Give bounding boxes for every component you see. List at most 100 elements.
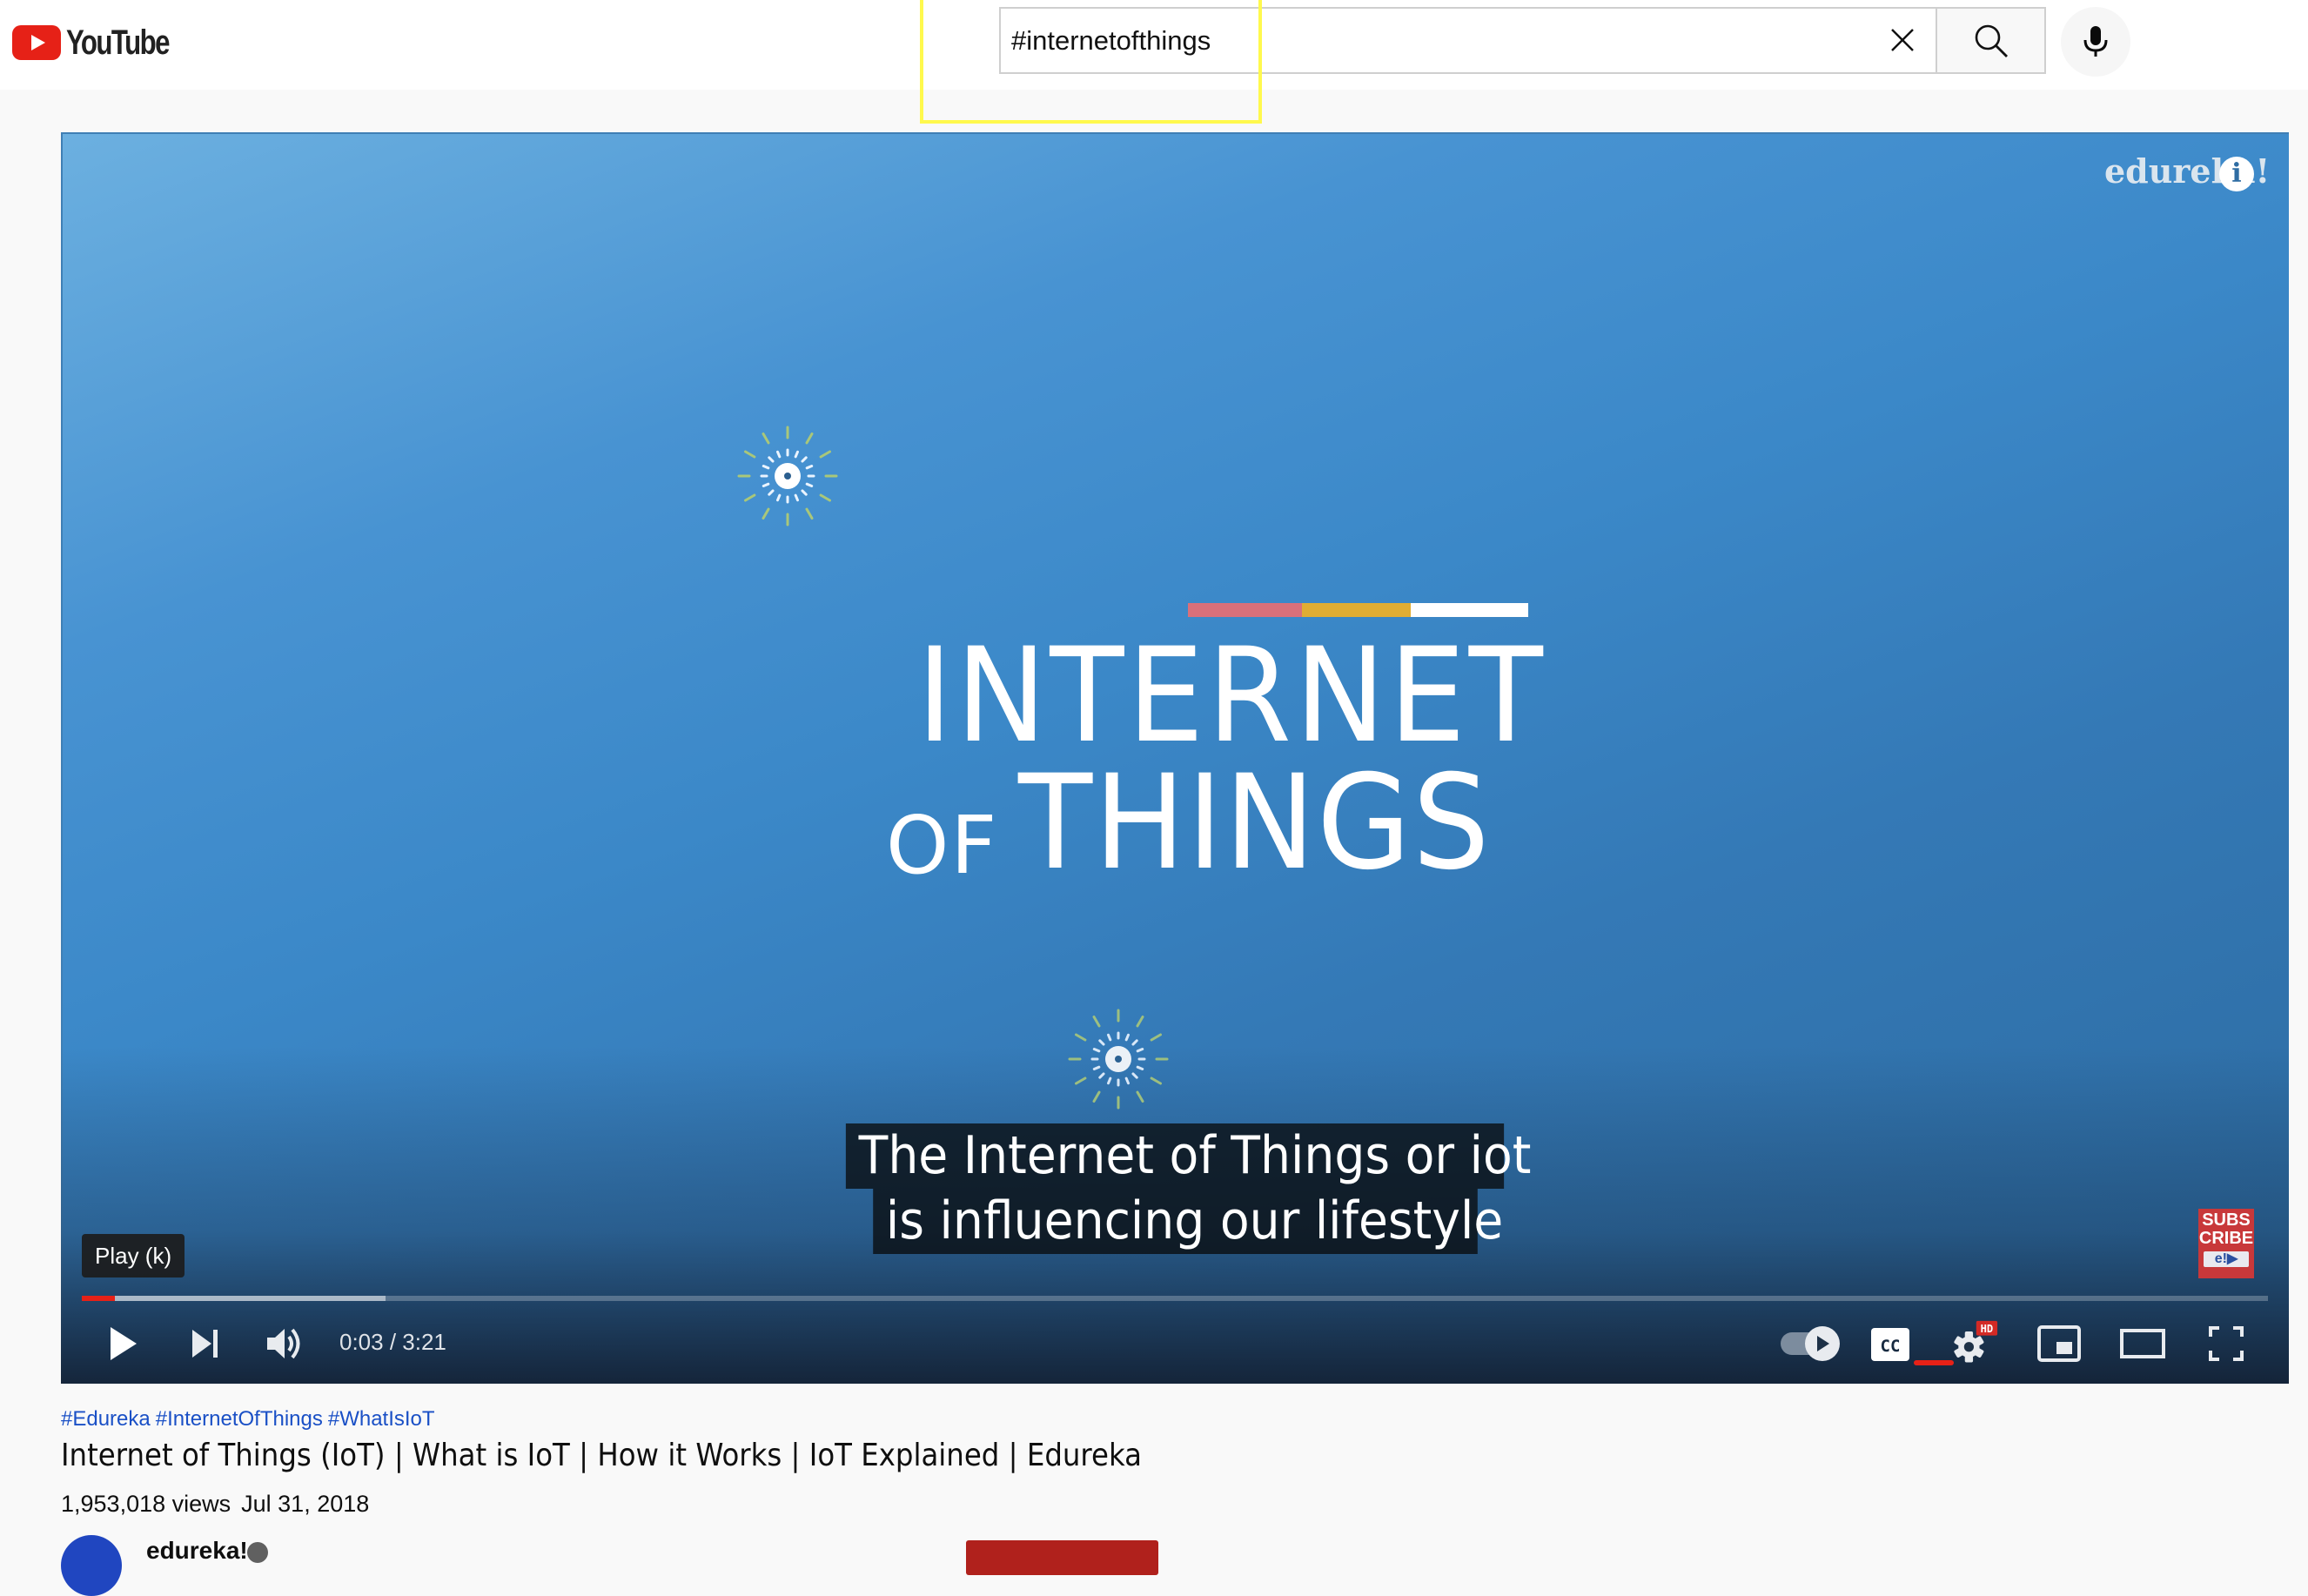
hashtag-link[interactable]: #InternetOfThings — [156, 1407, 323, 1431]
sunburst-outer-ray — [1150, 1076, 1162, 1085]
sunburst-inner-ray — [805, 482, 814, 487]
sunburst-outer-ray — [805, 507, 814, 520]
video-meta: 1,953,018 views Jul 31, 2018 — [61, 1491, 369, 1518]
sunburst-inner-ray — [762, 482, 770, 487]
sunburst-inner-ray — [1131, 1039, 1138, 1046]
search-box — [999, 7, 1936, 74]
progress-bar[interactable] — [82, 1296, 2268, 1301]
sunburst-outer-ray — [1092, 1016, 1101, 1028]
subscribe-badge-logo: e!▶ — [2204, 1251, 2249, 1267]
video-frame-title-line1: INTERNET — [916, 620, 1546, 772]
sunburst-inner-ray — [1092, 1065, 1101, 1070]
play-button[interactable] — [98, 1319, 147, 1368]
gear-icon: HD — [1954, 1320, 1998, 1363]
sunburst-icon — [737, 426, 838, 526]
title-color-bar — [1188, 603, 1528, 617]
progress-played — [82, 1296, 115, 1301]
captions-button[interactable]: CC — [1866, 1319, 1915, 1368]
sunburst-outer-ray — [762, 507, 770, 520]
sunburst-outer-ray — [744, 450, 756, 459]
play-icon — [111, 1327, 137, 1360]
youtube-play-icon — [12, 25, 61, 60]
color-bar-segment — [1302, 603, 1411, 617]
fullscreen-icon — [2209, 1326, 2244, 1361]
sunburst-outer-ray — [1075, 1076, 1087, 1085]
color-bar-segment — [1411, 603, 1528, 617]
channel-name[interactable]: edureka! — [146, 1537, 248, 1565]
svg-text:HD: HD — [1981, 1323, 1994, 1335]
sunburst-outer-ray — [1136, 1016, 1144, 1028]
sunburst-outer-ray — [744, 493, 756, 502]
sunburst-inner-ray — [1131, 1072, 1138, 1079]
settings-button[interactable]: HD — [1949, 1319, 1998, 1368]
clear-search-button[interactable] — [1887, 24, 1918, 56]
sunburst-inner-ray — [768, 456, 775, 463]
sunburst-icon — [1068, 1009, 1169, 1110]
subscribe-watermark-badge[interactable]: SUBS CRIBE e!▶ — [2198, 1209, 2254, 1278]
sunburst-outer-ray — [1136, 1090, 1144, 1103]
next-button[interactable] — [180, 1319, 229, 1368]
sunburst-dot — [784, 473, 791, 479]
sunburst-outer-ray — [1075, 1033, 1087, 1042]
top-header: YouTube — [0, 0, 2308, 90]
skip-next-icon — [192, 1330, 218, 1358]
hashtag-list: #Edureka #InternetOfThings #WhatIsIoT — [61, 1407, 440, 1432]
sunburst-inner-ray — [1107, 1076, 1112, 1085]
sunburst-inner-ray — [1107, 1033, 1112, 1042]
miniplayer-button[interactable] — [2035, 1319, 2083, 1368]
sunburst-inner-ray — [768, 489, 775, 496]
voice-search-button[interactable] — [2061, 7, 2130, 77]
upload-date: Jul 31, 2018 — [241, 1491, 370, 1517]
fullscreen-button[interactable] — [2202, 1319, 2251, 1368]
closed-captions-icon: CC — [1871, 1328, 1909, 1361]
sunburst-inner-ray — [1124, 1076, 1130, 1085]
autoplay-toggle[interactable] — [1777, 1319, 1847, 1368]
verified-icon — [247, 1542, 268, 1563]
autoplay-toggle-icon — [1781, 1326, 1840, 1361]
miniplayer-icon — [2037, 1325, 2081, 1362]
hashtag-link[interactable]: #Edureka — [61, 1407, 151, 1431]
sunburst-inner-ray — [801, 489, 808, 496]
caption-line: is influencing our lifestyle — [873, 1189, 1503, 1254]
subscribe-button[interactable] — [966, 1540, 1158, 1575]
sunburst-inner-ray — [1124, 1033, 1130, 1042]
youtube-logo[interactable]: YouTube — [12, 23, 198, 62]
close-icon — [1891, 29, 1914, 51]
subscribe-badge-line1: SUBS — [2202, 1210, 2251, 1230]
caption-line: The Internet of Things or iot — [845, 1123, 1531, 1189]
info-card-icon[interactable]: i — [2219, 157, 2254, 191]
svg-text:CC: CC — [1881, 1337, 1901, 1356]
video-frame-title-of: OF — [886, 799, 999, 892]
theater-mode-icon — [2120, 1329, 2165, 1358]
sunburst-outer-ray — [805, 433, 814, 445]
sunburst-inner-ray — [794, 450, 799, 459]
sunburst-dot — [1115, 1056, 1122, 1063]
sunburst-inner-ray — [1136, 1065, 1144, 1070]
view-count: 1,953,018 views — [61, 1491, 231, 1517]
sunburst-outer-ray — [762, 433, 770, 445]
channel-avatar[interactable] — [61, 1535, 122, 1596]
sunburst-outer-ray — [1092, 1090, 1101, 1103]
sunburst-inner-ray — [794, 493, 799, 502]
sunburst-inner-ray — [1092, 1048, 1101, 1053]
progress-buffered — [82, 1296, 386, 1301]
time-display: 0:03 / 3:21 — [339, 1329, 446, 1355]
captions-active-indicator — [1914, 1360, 1954, 1365]
sunburst-inner-ray — [762, 465, 770, 470]
sunburst-inner-ray — [1098, 1039, 1105, 1046]
video-title: Internet of Things (IoT) | What is IoT |… — [61, 1438, 1143, 1473]
sunburst-inner-ray — [801, 456, 808, 463]
color-bar-segment — [1188, 603, 1302, 617]
mute-button[interactable] — [261, 1319, 310, 1368]
search-button[interactable] — [1936, 7, 2046, 74]
video-player[interactable]: edureka! i INTERNET OF THINGS The Intern… — [61, 132, 2289, 1384]
sunburst-inner-ray — [1136, 1048, 1144, 1053]
play-tooltip: Play (k) — [82, 1234, 185, 1277]
volume-icon — [267, 1328, 300, 1359]
sunburst-inner-ray — [776, 450, 782, 459]
search-icon — [1975, 24, 2008, 57]
search-input[interactable] — [1011, 9, 1795, 72]
video-frame-title-line2: THINGS — [1018, 748, 1492, 899]
theater-mode-button[interactable] — [2118, 1319, 2167, 1368]
hashtag-link[interactable]: #WhatIsIoT — [328, 1407, 435, 1431]
